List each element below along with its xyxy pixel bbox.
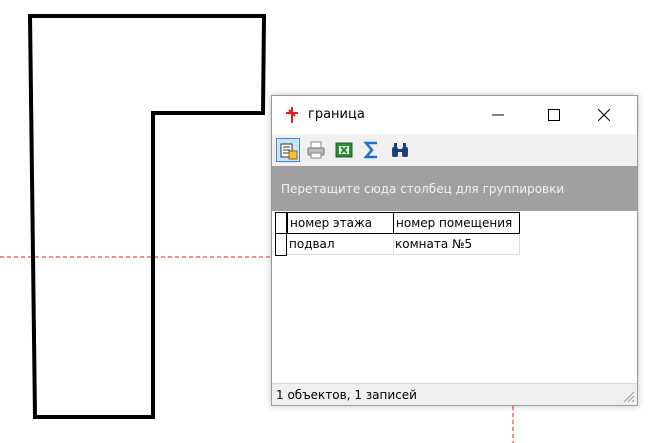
select-records-icon (280, 143, 298, 160)
binoculars-icon (392, 143, 408, 157)
column-header-room[interactable]: номер помещения (393, 212, 520, 234)
attribute-window[interactable]: граница Перетащите сюда столбец для груп… (271, 95, 638, 406)
minimize-icon (492, 114, 504, 116)
column-header-floor[interactable]: номер этажа (287, 212, 394, 234)
close-icon (598, 109, 610, 121)
print-icon (307, 141, 325, 159)
row-indicator[interactable] (275, 234, 287, 256)
window-title: граница (308, 107, 365, 122)
sum-button[interactable] (360, 138, 384, 162)
toolbar (272, 134, 637, 166)
close-button[interactable] (581, 96, 627, 134)
indicator-header (275, 212, 287, 234)
resize-grip-icon[interactable] (623, 391, 635, 403)
table-cell-room[interactable]: комната №5 (393, 234, 520, 255)
status-text: 1 объектов, 1 записей (276, 388, 417, 402)
print-button[interactable] (304, 138, 328, 162)
minimize-button[interactable] (475, 96, 521, 134)
room-outline[interactable] (27, 14, 267, 419)
excel-export-button[interactable] (332, 138, 356, 162)
group-by-panel[interactable]: Перетащите сюда столбец для группировки (272, 166, 637, 211)
table-cell-floor[interactable]: подвал (287, 234, 394, 255)
select-records-button[interactable] (276, 138, 300, 162)
red-pin-icon (286, 107, 298, 123)
sum-icon (363, 141, 377, 159)
row-indicator-column (275, 212, 287, 256)
maximize-icon (548, 109, 560, 121)
find-button[interactable] (388, 138, 412, 162)
title-bar[interactable]: граница (272, 96, 637, 134)
maximize-button[interactable] (531, 96, 577, 134)
status-bar: 1 объектов, 1 записей (272, 383, 637, 405)
group-by-hint: Перетащите сюда столбец для группировки (281, 182, 565, 196)
data-grid[interactable]: номер этажа номер помещения подвал комна… (272, 211, 637, 383)
excel-export-icon (335, 142, 353, 158)
